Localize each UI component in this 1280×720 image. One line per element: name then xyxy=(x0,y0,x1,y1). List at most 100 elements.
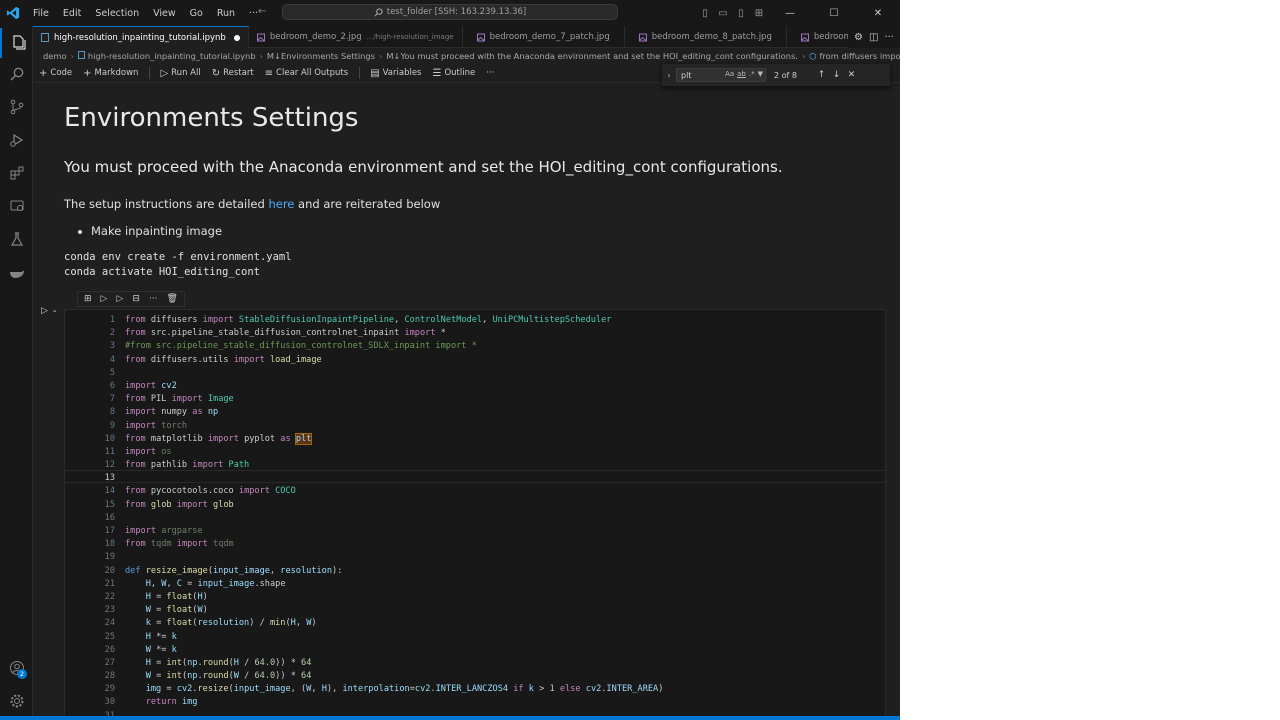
use-regex-toggle[interactable]: .* xyxy=(749,70,755,78)
add-code-button[interactable]: + Code xyxy=(39,68,72,79)
code-line[interactable]: 10 from matplotlib import pyplot as plt xyxy=(65,432,885,446)
run-by-line-icon[interactable]: ⊞ xyxy=(84,294,92,304)
more-actions-icon[interactable]: ··· xyxy=(884,32,894,43)
toolbar-more-button[interactable]: ··· xyxy=(486,68,494,78)
code-line[interactable]: 28 W = int(np.round(W / 64.0)) * 64 xyxy=(65,670,885,683)
code-line[interactable]: 12 from pathlib import Path xyxy=(65,459,885,472)
code-line[interactable]: 7 from PIL import Image xyxy=(65,393,885,406)
tab-bedroom-demo-7-patch[interactable]: bedroom_demo_7_patch.jpg xyxy=(463,26,625,48)
remote-explorer-icon[interactable] xyxy=(0,191,33,221)
code-line[interactable]: 18 from tqdm import tqdm xyxy=(65,538,885,551)
tab-notebook[interactable]: high-resolution_inpainting_tutorial.ipyn… xyxy=(33,26,249,48)
clear-all-outputs-button[interactable]: ≡ Clear All Outputs xyxy=(265,68,349,79)
run-debug-icon[interactable] xyxy=(0,125,33,155)
code-line[interactable]: 3 #from src.pipeline_stable_diffusion_con… xyxy=(65,340,885,353)
code-line[interactable]: 2 from src.pipeline_stable_diffusion_cont… xyxy=(65,327,885,340)
back-arrow-icon[interactable]: ← xyxy=(258,6,266,17)
gear-icon[interactable]: ⚙ xyxy=(854,32,863,43)
toggle-replace-chevron-icon[interactable]: › xyxy=(662,71,676,80)
testing-icon[interactable] xyxy=(0,224,33,254)
search-icon[interactable] xyxy=(0,59,33,89)
toggle-panel-icon[interactable]: ▭ xyxy=(714,8,732,19)
cell-more-icon[interactable]: ··· xyxy=(149,294,158,304)
code-line[interactable]: 20 def resize_image(input_image, resoluti… xyxy=(65,565,885,578)
code-line[interactable]: 22 H = float(H) xyxy=(65,591,885,604)
next-match-arrow-icon[interactable]: ↓ xyxy=(829,70,844,80)
code-line[interactable]: 16 xyxy=(65,512,885,525)
unsaved-dot-icon[interactable] xyxy=(233,34,240,41)
code-line[interactable]: 19 xyxy=(65,551,885,564)
code-line[interactable]: 11 import os xyxy=(65,446,885,459)
code-line[interactable]: 23 W = float(W) xyxy=(65,604,885,617)
code-line[interactable]: 15 from glob import glob xyxy=(65,499,885,512)
code-cell[interactable]: 1 from diffusers import StableDiffusionIn… xyxy=(64,309,886,720)
code-line[interactable]: 27 H = int(np.round(H / 64.0)) * 64 xyxy=(65,657,885,670)
match-whole-word-toggle[interactable]: ab xyxy=(737,70,746,78)
command-center-search[interactable]: test_folder [SSH: 163.239.13.36] xyxy=(282,4,618,20)
code-line-text: return img xyxy=(145,697,198,708)
docker-icon[interactable] xyxy=(0,257,33,287)
explorer-icon[interactable] xyxy=(0,28,35,58)
manage-gear-icon[interactable] xyxy=(0,686,33,716)
minimize-icon[interactable]: — xyxy=(768,8,812,19)
code-line[interactable]: 25 H *= k xyxy=(65,631,885,644)
menu-view[interactable]: View xyxy=(146,8,183,19)
customize-layout-icon[interactable]: ⊞ xyxy=(750,8,768,19)
code-line-text: import torch xyxy=(125,420,188,431)
code-line[interactable]: 26 W *= k xyxy=(65,644,885,657)
menu-selection[interactable]: Selection xyxy=(88,8,146,19)
here-link[interactable]: here xyxy=(268,197,294,211)
add-markdown-button[interactable]: + Markdown xyxy=(83,68,138,79)
code-block-line: conda env create -f environment.yaml xyxy=(64,251,292,263)
match-case-toggle[interactable]: Aa xyxy=(725,70,734,78)
restart-button[interactable]: ↻ Restart xyxy=(212,68,254,79)
code-editor[interactable]: 1 from diffusers import StableDiffusionIn… xyxy=(65,314,885,720)
accounts-icon[interactable]: 2 xyxy=(0,653,33,683)
code-line[interactable]: 1 from diffusers import StableDiffusionIn… xyxy=(65,314,885,327)
code-line[interactable]: 30 return img xyxy=(65,696,885,709)
code-line[interactable]: 6 import cv2 xyxy=(65,380,885,393)
split-editor-icon[interactable]: ◫ xyxy=(869,32,878,43)
breadcrumb-item[interactable]: M↓Environments Settings xyxy=(267,51,375,61)
code-line[interactable]: 13 xyxy=(65,472,885,485)
code-line[interactable]: 17 import argparse xyxy=(65,525,885,538)
menu-run[interactable]: Run xyxy=(210,8,242,19)
source-control-icon[interactable] xyxy=(0,92,33,122)
delete-cell-icon[interactable]: 🗑 xyxy=(167,294,178,304)
toggle-primary-sidebar-icon[interactable]: ▯ xyxy=(696,8,714,19)
breadcrumb-item[interactable]: demo xyxy=(43,51,67,61)
code-line[interactable]: 21 H, W, C = input_image.shape xyxy=(65,578,885,591)
close-find-icon[interactable]: ✕ xyxy=(844,70,859,80)
breadcrumb-item[interactable]: high-resolution_inpainting_tutorial.ipyn… xyxy=(88,51,256,61)
breadcrumb-item[interactable]: M↓You must proceed with the Anaconda env… xyxy=(386,51,798,61)
execute-below-icon[interactable]: ▷ xyxy=(116,294,123,304)
tab-bedroom-demo-2[interactable]: bedroom_demo_2.jpg .../high-resolution_i… xyxy=(249,26,463,48)
bullet-text: Make inpainting image xyxy=(91,224,223,238)
outline-button[interactable]: ☰ Outline xyxy=(432,68,475,79)
run-all-button[interactable]: ▷ Run All xyxy=(160,68,200,79)
run-cell-button[interactable]: ▷ ⌄ xyxy=(41,306,58,316)
menu-file[interactable]: File xyxy=(26,8,56,19)
extensions-icon[interactable] xyxy=(0,158,33,188)
code-line[interactable]: 4 from diffusers.utils import load_image xyxy=(65,354,885,367)
split-cell-icon[interactable]: ⊟ xyxy=(132,294,140,304)
previous-match-arrow-icon[interactable]: ↑ xyxy=(814,70,829,80)
menu-edit[interactable]: Edit xyxy=(56,8,88,19)
variables-button[interactable]: ▤ Variables xyxy=(370,68,421,79)
code-line[interactable]: 5 xyxy=(65,367,885,380)
code-line[interactable]: 29 img = cv2.resize(input_image, (W, H),… xyxy=(65,683,885,696)
maximize-icon[interactable]: ☐ xyxy=(812,8,856,19)
menu-go[interactable]: Go xyxy=(183,8,210,19)
close-window-icon[interactable]: ✕ xyxy=(856,8,900,19)
code-line[interactable]: 24 k = float(resolution) / min(H, W) xyxy=(65,617,885,630)
find-input[interactable]: plt Aa ab .* ▼ xyxy=(676,68,766,82)
tab-bedroom-demo-8-patch[interactable]: bedroom_demo_8_patch.jpg xyxy=(625,26,787,48)
code-line[interactable]: 9 import torch xyxy=(65,420,885,433)
code-line[interactable]: 8 import numpy as np xyxy=(65,406,885,419)
filter-icon[interactable]: ▼ xyxy=(758,70,763,78)
code-line[interactable]: 14 from pycocotools.coco import COCO xyxy=(65,485,885,498)
toggle-secondary-sidebar-icon[interactable]: ▯ xyxy=(732,8,750,19)
execute-above-icon[interactable]: ▷ xyxy=(101,294,108,304)
breadcrumb-item[interactable]: from diffusers import Stab xyxy=(820,51,900,61)
run-options-chevron-icon[interactable]: ⌄ xyxy=(52,306,58,316)
